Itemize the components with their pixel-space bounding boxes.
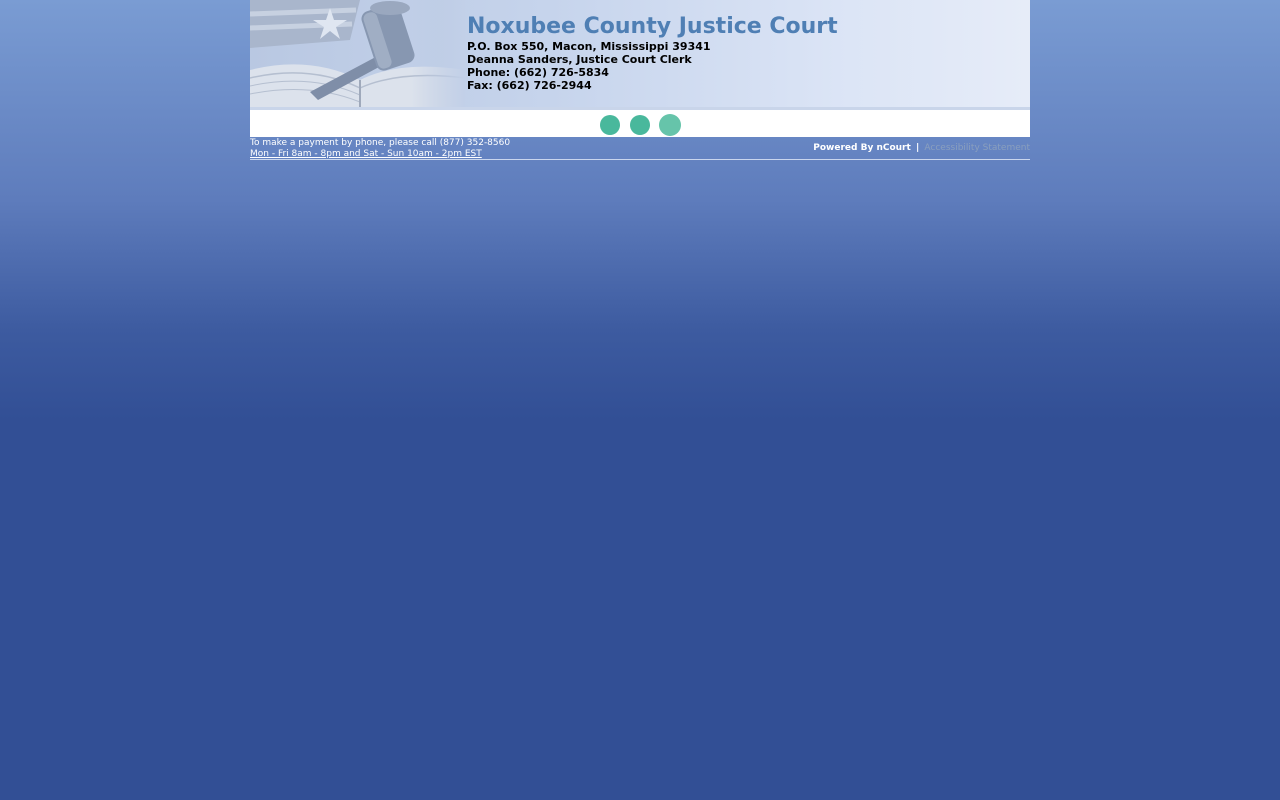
payment-phone-line: To make a payment by phone, please call … (250, 138, 511, 148)
site-header: Noxubee County Justice Court P.O. Box 55… (250, 0, 1030, 107)
payment-hours-line: Mon - Fri 8am - 8pm and Sat - Sun 10am -… (250, 149, 482, 159)
court-contact-block: Noxubee County Justice Court P.O. Box 55… (467, 14, 838, 92)
court-phone: Phone: (662) 726-5834 (467, 66, 609, 79)
footer-links: Powered By nCourt | Accessibility Statem… (813, 143, 1030, 154)
header-banner-art (250, 0, 465, 107)
page-container: Noxubee County Justice Court P.O. Box 55… (250, 0, 1030, 160)
nav-dot-1[interactable] (600, 115, 620, 135)
nav-dot-3[interactable] (659, 114, 681, 136)
nav-dot-2[interactable] (630, 115, 650, 135)
info-bar: To make a payment by phone, please call … (250, 137, 1030, 160)
court-clerk: Deanna Sanders, Justice Court Clerk (467, 53, 692, 66)
nav-bar (250, 110, 1030, 137)
court-title: Noxubee County Justice Court (467, 14, 838, 39)
accessibility-statement-link[interactable]: Accessibility Statement (924, 143, 1030, 153)
payment-info: To make a payment by phone, please call … (250, 138, 510, 160)
court-fax: Fax: (662) 726-2944 (467, 79, 592, 92)
link-separator: | (915, 143, 920, 153)
powered-by-link[interactable]: Powered By nCourt (813, 143, 911, 153)
court-address: P.O. Box 550, Macon, Mississippi 39341 (467, 40, 711, 53)
